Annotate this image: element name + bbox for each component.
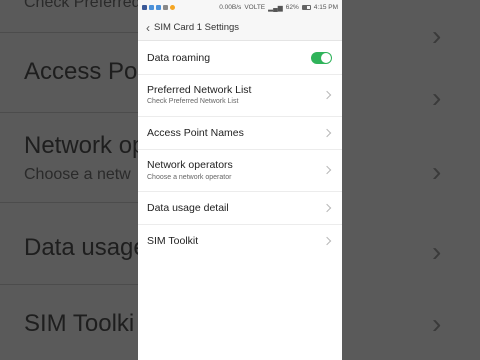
chevron-right-icon [322,165,332,175]
chevron-right-icon [322,236,332,246]
battery-percent: 62% [285,4,299,11]
phone-screen: 0.00B/s VOLTE ▂▄▆ 62% 4:15 PM ‹ SIM Card… [138,0,342,360]
facebook-icon [142,5,147,10]
setting-label: Access Point Names [147,127,244,139]
background-chevron-icon: › [432,82,442,113]
status-right: 0.00B/s VOLTE ▂▄▆ 62% 4:15 PM [219,4,338,12]
background-text-network-sub: Choose a netw [24,166,131,183]
setting-sim-toolkit[interactable]: SIM Toolkit [138,225,342,257]
background-divider [0,202,138,203]
background-text-top: Check Preferred [24,0,141,11]
background-text-data-usage: Data usage [24,234,147,261]
notification-icon [163,5,168,10]
toggle-knob [321,53,331,63]
setting-label: Data usage detail [147,202,229,214]
battery-icon [301,5,311,10]
background-text-network: Network op [24,132,146,159]
setting-network-operators[interactable]: Network operators Choose a network opera… [138,150,342,192]
signal-icon: ▂▄▆ [268,4,283,12]
notification-icon [149,5,154,10]
background-divider [0,112,138,113]
chevron-left-icon[interactable]: ‹ [146,22,150,34]
setting-label: SIM Toolkit [147,235,199,247]
page-title: SIM Card 1 Settings [154,22,240,33]
setting-data-usage-detail[interactable]: Data usage detail [138,192,342,225]
chevron-right-icon [322,203,332,213]
volte-indicator: VOLTE [244,4,266,11]
network-speed: 0.00B/s [219,4,242,11]
setting-label: Preferred Network List [147,84,252,96]
background-text-sim-toolkit: SIM Toolki [24,310,135,337]
setting-label: Network operators [147,159,233,171]
clock: 4:15 PM [313,4,338,11]
background-text-access: Access Po [24,58,138,85]
setting-subtitle: Check Preferred Network List [147,98,239,105]
notification-icon [170,5,175,10]
background-right-panel [342,0,480,360]
chevron-right-icon [322,128,332,138]
chevron-right-icon [322,90,332,100]
data-roaming-toggle[interactable] [311,52,332,64]
setting-subtitle: Choose a network operator [147,174,232,181]
status-bar: 0.00B/s VOLTE ▂▄▆ 62% 4:15 PM [138,0,342,15]
notification-icons [142,5,175,10]
setting-preferred-network-list[interactable]: Preferred Network List Check Preferred N… [138,75,342,117]
notification-icon [156,5,161,10]
background-chevron-icon: › [432,20,442,51]
background-chevron-icon: › [432,156,442,187]
setting-access-point-names[interactable]: Access Point Names [138,117,342,150]
title-bar: ‹ SIM Card 1 Settings [138,15,342,41]
setting-data-roaming[interactable]: Data roaming [138,41,342,75]
background-divider [0,284,138,285]
setting-label: Data roaming [147,52,211,64]
background-chevron-icon: › [432,236,442,267]
background-divider [0,32,138,33]
background-chevron-icon: › [432,308,442,339]
